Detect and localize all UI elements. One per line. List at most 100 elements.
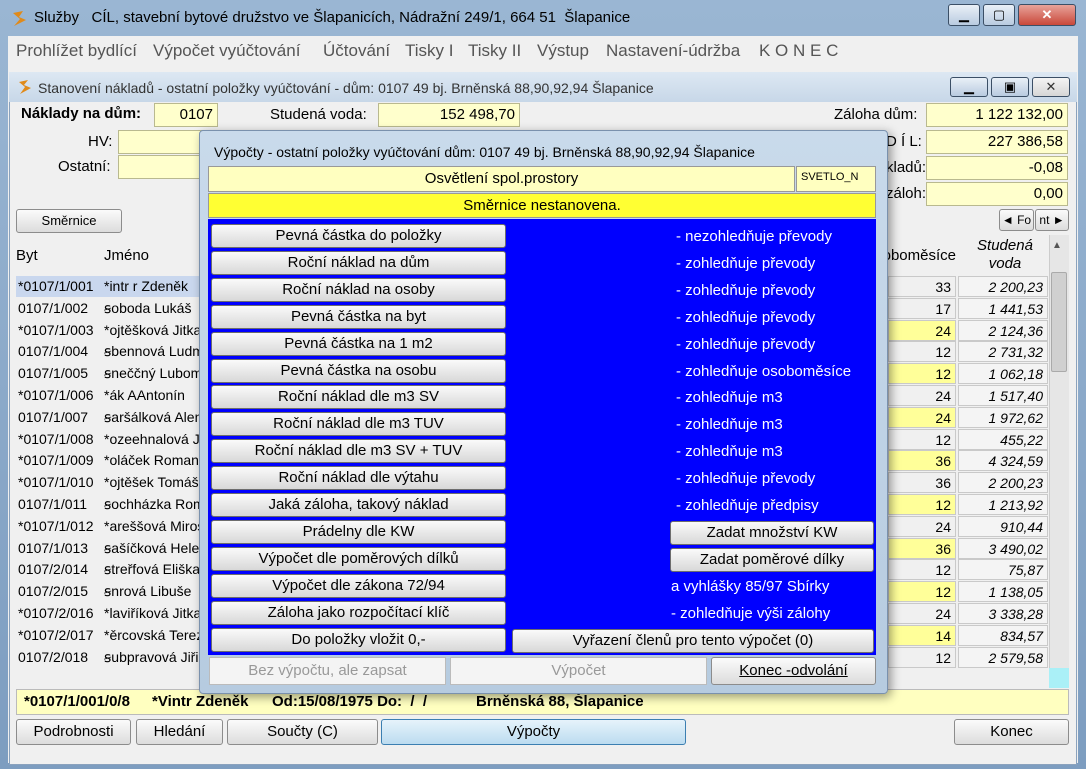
zadat-dilky-button[interactable]: Zadat poměrové dílky — [670, 548, 874, 572]
cell-osobomesice[interactable]: 12 — [888, 646, 956, 668]
inner-close-button[interactable]: ✕ — [1032, 77, 1070, 97]
menu-prohlizet[interactable]: Prohlížet bydlící — [16, 41, 137, 61]
cell-osobomesice[interactable]: 12 — [888, 559, 956, 581]
cell-osobomesice[interactable]: 24 — [888, 406, 956, 428]
cell-osobomesice[interactable]: 36 — [888, 450, 956, 472]
menu-tisky-1[interactable]: Tisky I — [405, 41, 453, 61]
method-button[interactable]: Prádelny dle KW — [211, 519, 506, 544]
menu-vystup[interactable]: Výstup — [537, 41, 589, 61]
cell-studena-voda[interactable]: 834,57 — [958, 624, 1048, 646]
menu-uctovani[interactable]: Účtování — [323, 41, 390, 61]
cell-studena-voda[interactable]: 2 124,36 — [958, 319, 1048, 341]
cell-studena-voda[interactable]: 2 200,23 — [958, 472, 1048, 494]
nakladu-field[interactable]: -0,08 — [926, 156, 1068, 180]
cell-byt: 0107/2/018 — [18, 648, 89, 665]
hledani-button[interactable]: Hledání — [136, 719, 223, 745]
dil-field[interactable]: 227 386,58 — [926, 130, 1068, 154]
dialog-title: Výpočty - ostatní položky vyúčtování dům… — [214, 144, 755, 160]
cell-osobomesice[interactable]: 12 — [888, 494, 956, 515]
cell-osobomesice[interactable]: 17 — [888, 297, 956, 319]
method-button[interactable]: Roční náklad dle m3 SV — [211, 385, 506, 410]
inner-minimize-button[interactable]: ▁ — [950, 77, 988, 97]
method-button[interactable]: Roční náklad na dům — [211, 250, 506, 275]
cell-osobomesice[interactable]: 24 — [888, 515, 956, 537]
method-button[interactable]: Roční náklad dle výtahu — [211, 466, 506, 491]
cell-studena-voda[interactable]: 75,87 — [958, 559, 1048, 581]
cell-studena-voda[interactable]: 1 972,62 — [958, 406, 1048, 428]
status-adresa: Brněnská 88, Šlapanice — [476, 693, 644, 710]
cell-studena-voda[interactable]: 1 138,05 — [958, 581, 1048, 603]
cell-studena-voda[interactable]: 1 517,40 — [958, 385, 1048, 406]
method-button[interactable]: Jaká záloha, takový náklad — [211, 493, 506, 517]
method-button[interactable]: Pevná částka na 1 m2 — [211, 331, 506, 356]
cell-studena-voda[interactable]: 3 490,02 — [958, 537, 1048, 559]
col-header-studena[interactable]: Studená voda — [962, 237, 1048, 273]
method-button[interactable]: Pevná částka do položky — [211, 224, 506, 248]
soucty-button[interactable]: Součty (C) — [227, 719, 378, 745]
scroll-thumb[interactable] — [1051, 272, 1067, 372]
cell-studena-voda[interactable]: 2 731,32 — [958, 341, 1048, 363]
cell-osobomesice[interactable]: 36 — [888, 537, 956, 559]
cell-osobomesice[interactable]: 33 — [888, 276, 956, 297]
konec-button[interactable]: Konec — [954, 719, 1069, 745]
naklady-field[interactable]: 0107 — [154, 103, 218, 127]
method-note: - zohledňuje převody — [676, 254, 816, 272]
cell-osobomesice[interactable]: 12 — [888, 363, 956, 385]
method-button[interactable]: Výpočet dle zákona 72/94 — [211, 573, 506, 598]
vypocet-button[interactable]: Výpočet — [450, 657, 707, 685]
method-button[interactable]: Do položky vložit 0,- — [211, 627, 506, 652]
method-button[interactable]: Výpočet dle poměrových dílků — [211, 546, 506, 571]
zadat-kw-button[interactable]: Zadat množství KW — [670, 521, 874, 545]
zaloha-field[interactable]: 1 122 132,00 — [926, 103, 1068, 127]
col-header-jmeno[interactable]: Jméno — [104, 247, 149, 264]
studena-field[interactable]: 152 498,70 — [378, 103, 520, 127]
method-button[interactable]: Pevná částka na byt — [211, 304, 506, 329]
cell-studena-voda[interactable]: 1 062,18 — [958, 363, 1048, 385]
cell-osobomesice[interactable]: 24 — [888, 603, 956, 624]
method-button[interactable]: Roční náklad dle m3 SV + TUV — [211, 439, 506, 464]
cell-studena-voda[interactable]: 3 338,28 — [958, 603, 1048, 624]
nav-next-button[interactable]: nt ► — [1035, 209, 1069, 231]
cell-osobomesice[interactable]: 36 — [888, 472, 956, 494]
maximize-button[interactable]: ▢ — [983, 4, 1015, 26]
vyrazeni-button[interactable]: Vyřazení členů pro tento výpočet (0) — [512, 629, 874, 653]
nav-prev-button[interactable]: ◄ Fo — [999, 209, 1034, 231]
vypocty-button[interactable]: Výpočty — [381, 719, 686, 745]
cell-osobomesice[interactable]: 14 — [888, 624, 956, 646]
konec-odvolani-button[interactable]: Konec -odvolání — [711, 657, 876, 685]
cell-studena-voda[interactable]: 1 441,53 — [958, 297, 1048, 319]
hv-field[interactable] — [118, 130, 208, 154]
zaloh-field[interactable]: 0,00 — [926, 182, 1068, 206]
naklady-label: Náklady na dům: — [21, 105, 142, 122]
menu-tisky-2[interactable]: Tisky II — [468, 41, 521, 61]
scroll-up-icon[interactable]: ▲ — [1052, 240, 1062, 251]
cell-osobomesice[interactable]: 24 — [888, 319, 956, 341]
bez-vypoctu-button[interactable]: Bez výpočtu, ale zapsat — [209, 657, 446, 685]
close-button[interactable]: ✕ — [1018, 4, 1076, 26]
menu-konec[interactable]: K O N E C — [759, 41, 838, 61]
cell-osobomesice[interactable]: 12 — [888, 581, 956, 603]
cell-studena-voda[interactable]: 2 200,23 — [958, 276, 1048, 297]
cell-studena-voda[interactable]: 910,44 — [958, 515, 1048, 537]
method-button[interactable]: Záloha jako rozpočítací klíč — [211, 600, 506, 625]
ostatni-field[interactable] — [118, 155, 208, 179]
cell-osobomesice[interactable]: 12 — [888, 341, 956, 363]
cell-studena-voda[interactable]: 4 324,59 — [958, 450, 1048, 472]
menu-vypocet[interactable]: Výpočet vyúčtování — [153, 41, 300, 61]
col-header-byt[interactable]: Byt — [16, 247, 38, 264]
method-note: - zohledňuje předpisy — [676, 497, 819, 514]
smernice-button[interactable]: Směrnice — [16, 209, 122, 233]
cell-studena-voda[interactable]: 1 213,92 — [958, 494, 1048, 515]
cell-osobomesice[interactable]: 12 — [888, 428, 956, 450]
method-button[interactable]: Roční náklad na osoby — [211, 277, 506, 302]
col-header-osobomesice[interactable]: Osoboměsíce — [888, 247, 956, 264]
cell-studena-voda[interactable]: 2 579,58 — [958, 646, 1048, 668]
podrobnosti-button[interactable]: Podrobnosti — [16, 719, 131, 745]
minimize-button[interactable]: ▁ — [948, 4, 980, 26]
inner-restore-button[interactable]: ▣ — [991, 77, 1029, 97]
cell-osobomesice[interactable]: 24 — [888, 385, 956, 406]
method-button[interactable]: Roční náklad dle m3 TUV — [211, 412, 506, 437]
cell-studena-voda[interactable]: 455,22 — [958, 428, 1048, 450]
method-button[interactable]: Pevná částka na osobu — [211, 358, 506, 383]
menu-nastaveni[interactable]: Nastavení-údržba — [606, 41, 740, 61]
